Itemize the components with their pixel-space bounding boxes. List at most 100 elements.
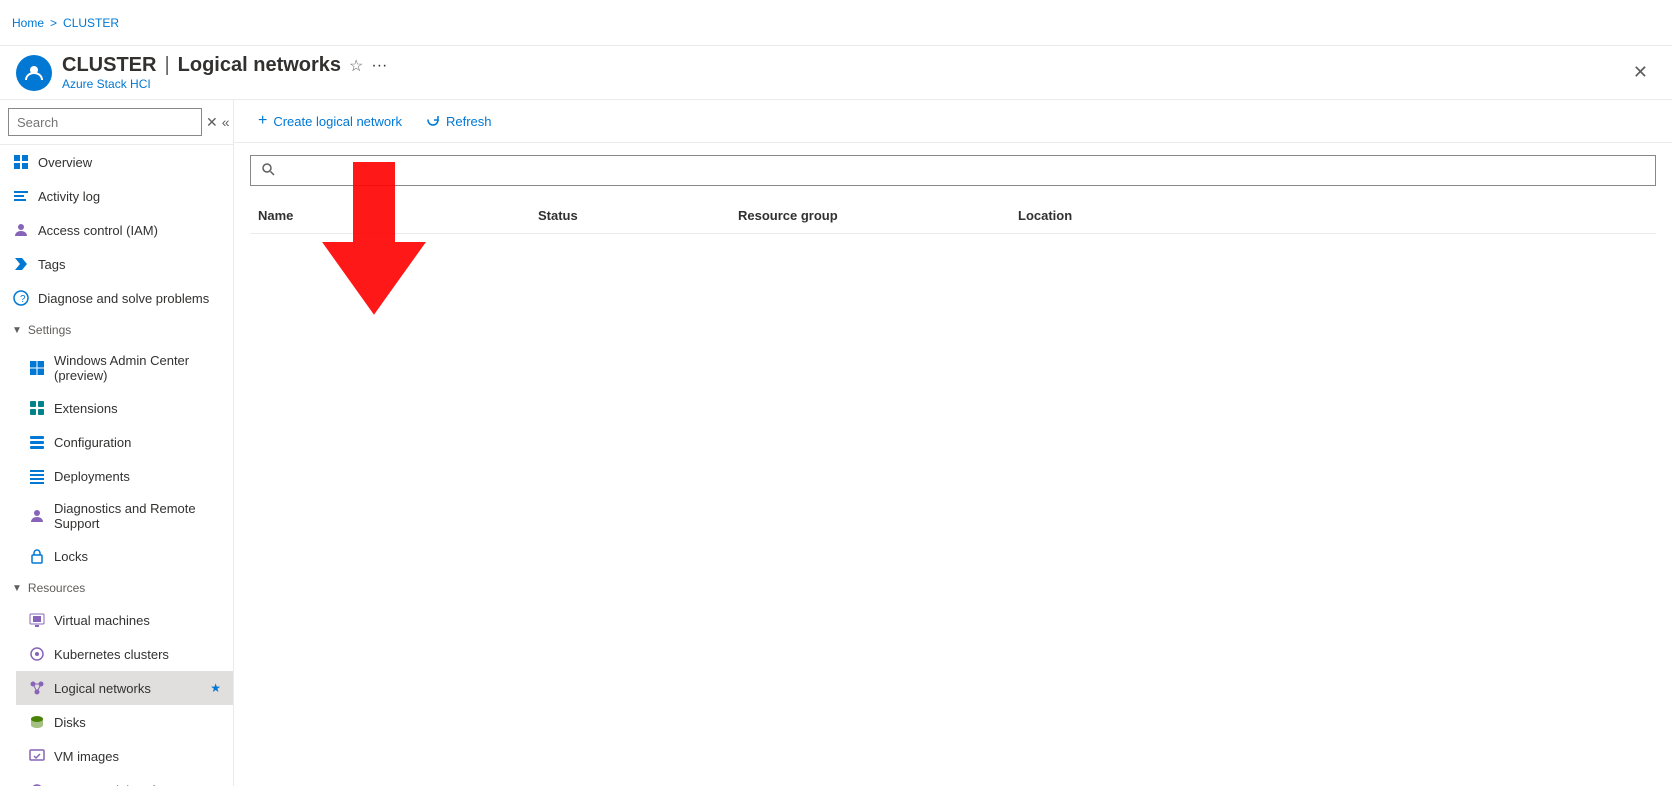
diagnostics-icon	[28, 507, 46, 525]
deployments-icon	[28, 467, 46, 485]
sidebar-item-kubernetes[interactable]: Kubernetes clusters	[16, 637, 233, 671]
diagnose-icon: ?	[12, 289, 30, 307]
resources-section-header[interactable]: ▼ Resources	[0, 573, 233, 603]
settings-section-header[interactable]: ▼ Settings	[0, 315, 233, 345]
title-group: CLUSTER | Logical networks ☆ ··· Azure S…	[62, 54, 1625, 91]
table-search-icon	[251, 156, 285, 185]
refresh-label: Refresh	[446, 114, 492, 129]
create-logical-network-button[interactable]: + Create logical network	[250, 108, 410, 134]
resources-items: Virtual machines Kubernetes clusters Log…	[0, 603, 233, 786]
create-logical-network-label: Create logical network	[273, 114, 402, 129]
sidebar-item-label-tags: Tags	[38, 257, 65, 272]
sidebar-item-label-deployments: Deployments	[54, 469, 130, 484]
sidebar-collapse-button[interactable]: «	[222, 114, 230, 130]
sidebar-item-overview[interactable]: Overview	[0, 145, 233, 179]
sidebar-item-virtual-machines[interactable]: Virtual machines	[16, 603, 233, 637]
sidebar-item-label-virtual-machines: Virtual machines	[54, 613, 150, 628]
sidebar-item-label-configuration: Configuration	[54, 435, 131, 450]
sidebar-item-label-disks: Disks	[54, 715, 86, 730]
sidebar-search-container: ✕ «	[0, 100, 233, 145]
logical-networks-icon	[28, 679, 46, 697]
sidebar-item-label-vm-network-interfaces: VM network interfaces	[54, 783, 183, 787]
kubernetes-icon	[28, 645, 46, 663]
toolbar: + Create logical network Refresh	[234, 100, 1672, 143]
breadcrumb-cluster[interactable]: CLUSTER	[63, 16, 119, 30]
sidebar-item-label-activity-log: Activity log	[38, 189, 100, 204]
breadcrumb-sep: >	[50, 16, 57, 30]
sidebar-item-label-diagnostics: Diagnostics and Remote Support	[54, 501, 221, 531]
sidebar-item-activity-log[interactable]: Activity log	[0, 179, 233, 213]
breadcrumb: Home > CLUSTER	[12, 16, 119, 30]
sidebar-item-label-diagnose: Diagnose and solve problems	[38, 291, 209, 306]
sidebar-item-extensions[interactable]: Extensions	[16, 391, 233, 425]
resources-chevron: ▼	[12, 583, 22, 594]
table-search-input[interactable]	[285, 157, 1655, 184]
sidebar: ✕ « Overview Activity log	[0, 100, 234, 786]
page-title: CLUSTER | Logical networks ☆ ···	[62, 54, 1625, 77]
col-name: Name	[250, 204, 530, 227]
sidebar-item-label-vm-images: VM images	[54, 749, 119, 764]
sidebar-item-label-access-control: Access control (IAM)	[38, 223, 158, 238]
locks-icon	[28, 547, 46, 565]
page-name: Logical networks	[178, 54, 341, 77]
sidebar-item-logical-networks[interactable]: Logical networks ★	[16, 671, 233, 705]
refresh-button[interactable]: Refresh	[418, 109, 500, 134]
activity-log-icon	[12, 187, 30, 205]
title-sep: |	[164, 54, 169, 77]
tags-icon	[12, 255, 30, 273]
page-subtitle: Azure Stack HCI	[62, 77, 1625, 91]
table-search-bar	[250, 155, 1656, 186]
close-button[interactable]: ✕	[1625, 58, 1656, 87]
settings-items: Windows Admin Center (preview) Extension…	[0, 345, 233, 573]
sidebar-item-configuration[interactable]: Configuration	[16, 425, 233, 459]
vm-images-icon	[28, 747, 46, 765]
virtual-machines-icon	[28, 611, 46, 629]
svg-text:?: ?	[20, 294, 26, 305]
sidebar-item-vm-images[interactable]: VM images	[16, 739, 233, 773]
sidebar-item-diagnostics[interactable]: Diagnostics and Remote Support	[16, 493, 233, 539]
main-layout: ✕ « Overview Activity log	[0, 100, 1672, 786]
disks-icon	[28, 713, 46, 731]
vm-network-icon	[28, 781, 46, 786]
create-plus-icon: +	[258, 112, 267, 130]
settings-section-label: Settings	[28, 323, 71, 337]
more-options-button[interactable]: ···	[371, 57, 387, 75]
settings-chevron: ▼	[12, 325, 22, 336]
sidebar-item-locks[interactable]: Locks	[16, 539, 233, 573]
cluster-name: CLUSTER	[62, 54, 156, 77]
sidebar-item-label-overview: Overview	[38, 155, 92, 170]
sidebar-item-tags[interactable]: Tags	[0, 247, 233, 281]
table-header: Name Status Resource group Location	[250, 198, 1656, 234]
col-location: Location	[1010, 204, 1310, 227]
sidebar-nav: Overview Activity log Access control (IA…	[0, 145, 233, 786]
col-status: Status	[530, 204, 730, 227]
sidebar-item-deployments[interactable]: Deployments	[16, 459, 233, 493]
sidebar-search-input[interactable]	[8, 108, 202, 136]
access-control-icon	[12, 221, 30, 239]
main-content: + Create logical network Refresh	[234, 100, 1672, 786]
overview-icon	[12, 153, 30, 171]
page-header: CLUSTER | Logical networks ☆ ··· Azure S…	[0, 46, 1672, 100]
sidebar-item-access-control[interactable]: Access control (IAM)	[0, 213, 233, 247]
resources-section-label: Resources	[28, 581, 85, 595]
extensions-icon	[28, 399, 46, 417]
sidebar-item-disks[interactable]: Disks	[16, 705, 233, 739]
favorite-button[interactable]: ☆	[349, 56, 363, 76]
sidebar-item-label-extensions: Extensions	[54, 401, 118, 416]
sidebar-item-label-logical-networks: Logical networks	[54, 681, 151, 696]
content-area: Name Status Resource group Location	[234, 143, 1672, 786]
sidebar-item-vm-network-interfaces[interactable]: VM network interfaces	[16, 773, 233, 786]
breadcrumb-home[interactable]: Home	[12, 16, 44, 30]
sidebar-item-diagnose[interactable]: ? Diagnose and solve problems	[0, 281, 233, 315]
sidebar-item-windows-admin[interactable]: Windows Admin Center (preview)	[16, 345, 233, 391]
logical-networks-star: ★	[210, 681, 221, 695]
col-resource-group: Resource group	[730, 204, 1010, 227]
sidebar-item-label-locks: Locks	[54, 549, 88, 564]
resource-avatar	[16, 55, 52, 91]
sidebar-item-label-windows-admin: Windows Admin Center (preview)	[54, 353, 221, 383]
sidebar-item-label-kubernetes: Kubernetes clusters	[54, 647, 169, 662]
windows-admin-icon	[28, 359, 46, 377]
sidebar-search-clear[interactable]: ✕	[206, 114, 218, 131]
refresh-icon	[426, 113, 440, 130]
configuration-icon	[28, 433, 46, 451]
